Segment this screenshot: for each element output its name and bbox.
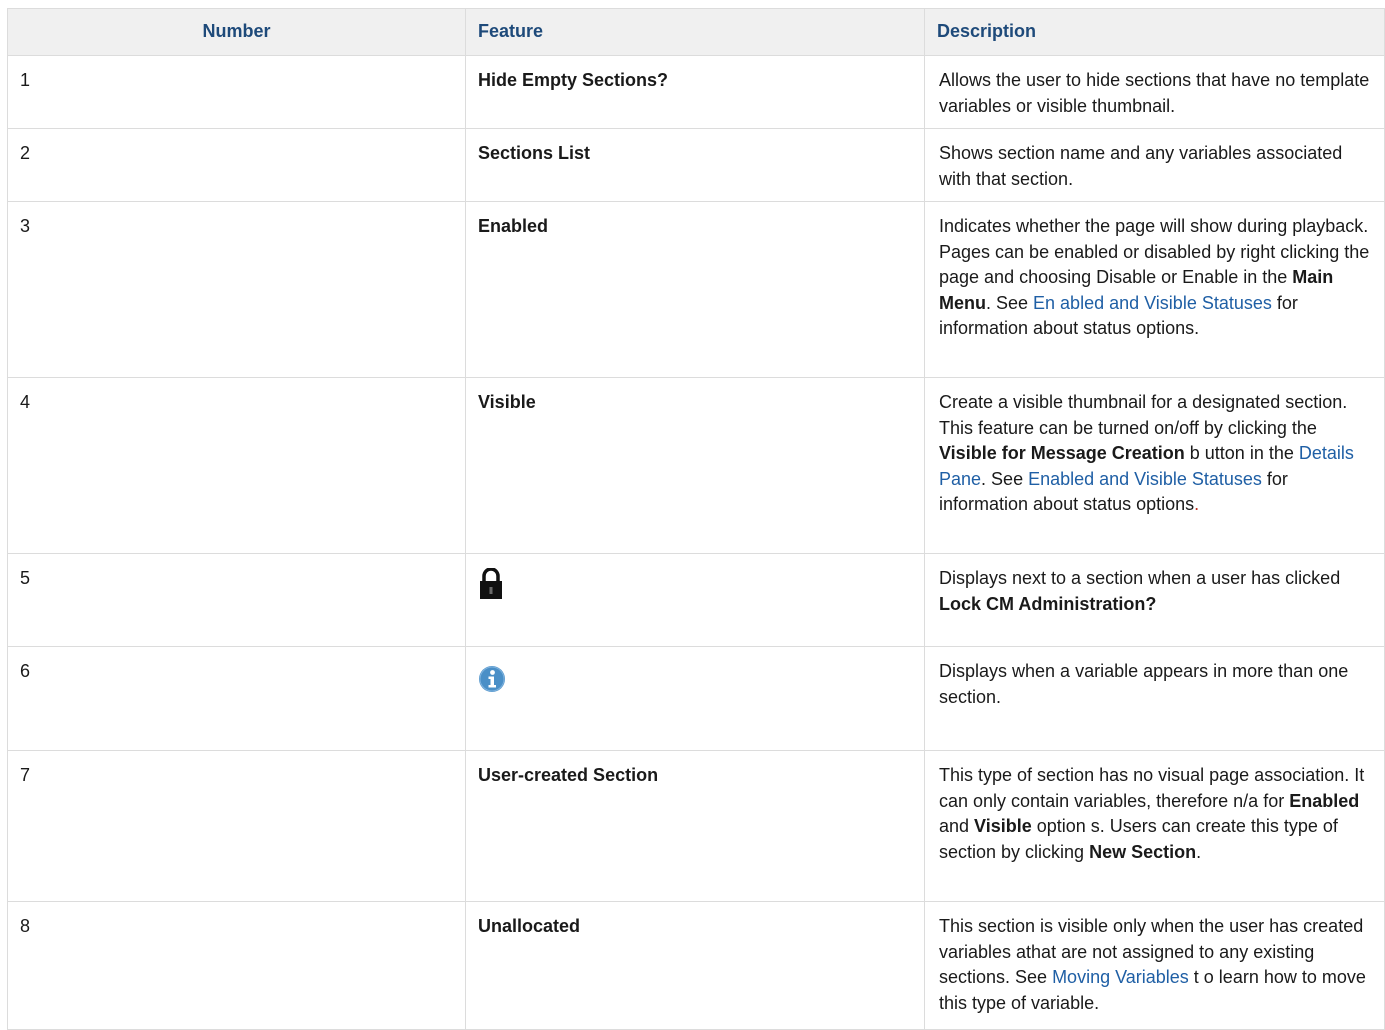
row-feature: Hide Empty Sections? xyxy=(465,55,925,129)
features-table: Number Feature Description 1 Hide Empty … xyxy=(7,8,1385,1030)
row-number: 1 xyxy=(7,55,466,129)
lock-cm-administration-term: Lock CM Administration? xyxy=(939,593,1157,614)
row-description: Displays when a variable appears in more… xyxy=(924,646,1385,751)
table-row: 1 Hide Empty Sections? Allows the user t… xyxy=(7,55,1385,129)
row-description: Displays next to a section when a user h… xyxy=(924,553,1385,647)
header-number: Number xyxy=(7,8,466,56)
new-section-term: New Section xyxy=(1089,841,1197,862)
table-row: 3 Enabled Indicates whether the page wil… xyxy=(7,201,1385,378)
row-feature: Enabled xyxy=(465,201,925,378)
visible-for-message-creation-term: Visible for Message Creation xyxy=(939,443,1185,463)
row-number: 4 xyxy=(7,377,466,554)
table-row: 2 Sections List Shows section name and a… xyxy=(7,128,1385,202)
row-feature xyxy=(465,646,925,751)
moving-variables-link[interactable]: Moving Variables xyxy=(1052,967,1189,987)
info-icon xyxy=(478,665,506,701)
table-header-row: Number Feature Description xyxy=(7,8,1385,56)
row-number: 6 xyxy=(7,646,466,751)
table-row: 8 Unallocated This section is visible on… xyxy=(7,901,1385,1030)
row-feature: User-created Section xyxy=(465,750,925,902)
row-description: This type of section has no visual page … xyxy=(924,750,1385,902)
row-feature xyxy=(465,553,925,647)
table-row: 7 User-created Section This type of sect… xyxy=(7,750,1385,902)
row-feature: Unallocated xyxy=(465,901,925,1030)
row-number: 7 xyxy=(7,750,466,902)
row-description: Allows the user to hide sections that ha… xyxy=(924,55,1385,129)
table-row: 4 Visible Create a visible thumbnail for… xyxy=(7,377,1385,554)
lock-icon xyxy=(478,567,504,608)
row-feature: Visible xyxy=(465,377,925,554)
row-description: Shows section name and any variables ass… xyxy=(924,128,1385,202)
row-feature: Sections List xyxy=(465,128,925,202)
row-number: 3 xyxy=(7,201,466,378)
enabled-visible-statuses-link[interactable]: Enabled and Visible Statuses xyxy=(1028,469,1262,489)
row-number: 8 xyxy=(7,901,466,1030)
table-row: 5 Displays next to a section when a user… xyxy=(7,553,1385,647)
row-description: Indicates whether the page will show dur… xyxy=(924,201,1385,378)
table-row: 6 Displays when a variable appears in mo… xyxy=(7,646,1385,751)
row-number: 5 xyxy=(7,553,466,647)
enabled-visible-statuses-link[interactable]: En abled and Visible Statuses xyxy=(1033,293,1272,313)
header-feature: Feature xyxy=(465,8,925,56)
header-description: Description xyxy=(924,8,1385,56)
row-number: 2 xyxy=(7,128,466,202)
row-description: This section is visible only when the us… xyxy=(924,901,1385,1030)
visible-term: Visible xyxy=(974,816,1032,836)
enabled-term: Enabled xyxy=(1289,790,1360,811)
row-description: Create a visible thumbnail for a designa… xyxy=(924,377,1385,554)
